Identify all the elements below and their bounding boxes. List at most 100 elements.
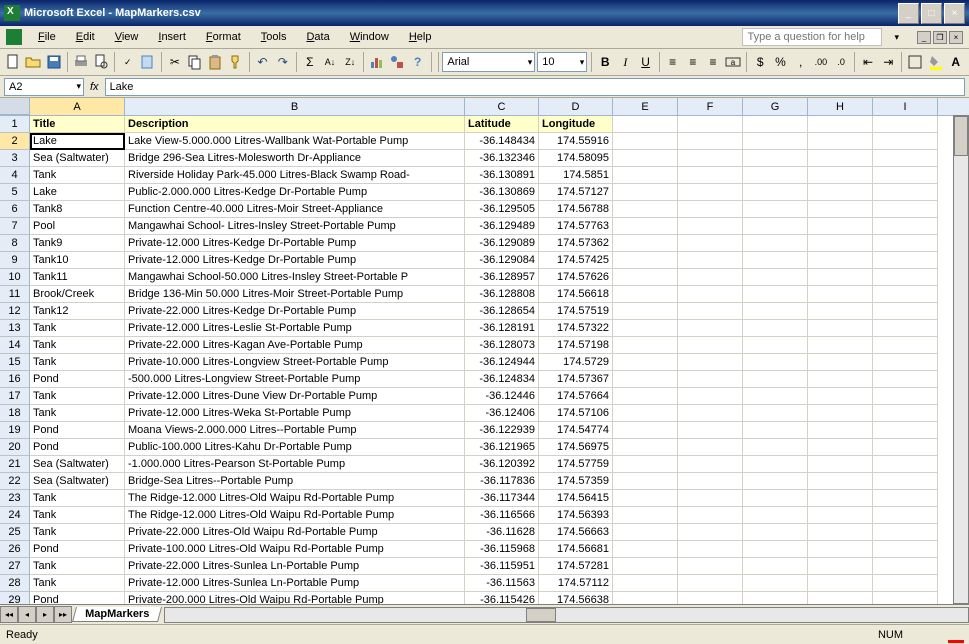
- cell-G16[interactable]: [743, 371, 808, 388]
- cell-B9[interactable]: Private-12.000 Litres-Kedge Dr-Portable …: [125, 252, 465, 269]
- menu-edit[interactable]: Edit: [72, 29, 99, 45]
- spell-check-button[interactable]: ✓: [119, 51, 137, 73]
- cell-D9[interactable]: 174.57425: [539, 252, 613, 269]
- cell-F5[interactable]: [678, 184, 743, 201]
- cell-C2[interactable]: -36.148434: [465, 133, 539, 150]
- font-size-select[interactable]: 10: [537, 52, 587, 72]
- cell-E1[interactable]: [613, 116, 678, 133]
- row-header-16[interactable]: 16: [0, 371, 30, 388]
- cell-D8[interactable]: 174.57362: [539, 235, 613, 252]
- menu-file[interactable]: File: [34, 29, 60, 45]
- cell-G27[interactable]: [743, 558, 808, 575]
- row-header-23[interactable]: 23: [0, 490, 30, 507]
- cell-G17[interactable]: [743, 388, 808, 405]
- cell-G22[interactable]: [743, 473, 808, 490]
- cell-D24[interactable]: 174.56393: [539, 507, 613, 524]
- cell-A3[interactable]: Sea (Saltwater): [30, 150, 125, 167]
- cell-I26[interactable]: [873, 541, 938, 558]
- cell-H13[interactable]: [808, 320, 873, 337]
- cell-A17[interactable]: Tank: [30, 388, 125, 405]
- cell-B12[interactable]: Private-22.000 Litres-Kedge Dr-Portable …: [125, 303, 465, 320]
- cell-A4[interactable]: Tank: [30, 167, 125, 184]
- help-search[interactable]: [742, 28, 882, 46]
- cell-C9[interactable]: -36.129084: [465, 252, 539, 269]
- cell-B6[interactable]: Function Centre-40.000 Litres-Moir Stree…: [125, 201, 465, 218]
- row-header-14[interactable]: 14: [0, 337, 30, 354]
- cell-E13[interactable]: [613, 320, 678, 337]
- cell-C13[interactable]: -36.128191: [465, 320, 539, 337]
- paste-button[interactable]: [206, 51, 224, 73]
- cell-H16[interactable]: [808, 371, 873, 388]
- cell-A2[interactable]: Lake: [30, 133, 125, 150]
- cell-B26[interactable]: Private-100.000 Litres-Old Waipu Rd-Port…: [125, 541, 465, 558]
- cell-A24[interactable]: Tank: [30, 507, 125, 524]
- cell-C10[interactable]: -36.128957: [465, 269, 539, 286]
- cell-H18[interactable]: [808, 405, 873, 422]
- row-header-6[interactable]: 6: [0, 201, 30, 218]
- cell-B2[interactable]: Lake View-5.000.000 Litres-Wallbank Wat-…: [125, 133, 465, 150]
- sheet-tab[interactable]: MapMarkers: [72, 607, 162, 622]
- decrease-decimal-button[interactable]: .0: [832, 51, 850, 73]
- cell-G20[interactable]: [743, 439, 808, 456]
- doc-restore[interactable]: ❐: [933, 31, 947, 44]
- autosum-button[interactable]: Σ: [301, 51, 319, 73]
- grid-body[interactable]: 1TitleDescriptionLatitudeLongitude2LakeL…: [0, 116, 969, 604]
- row-header-29[interactable]: 29: [0, 592, 30, 604]
- cell-H10[interactable]: [808, 269, 873, 286]
- cell-A14[interactable]: Tank: [30, 337, 125, 354]
- cell-G19[interactable]: [743, 422, 808, 439]
- col-header-G[interactable]: G: [743, 98, 808, 115]
- cell-D10[interactable]: 174.57626: [539, 269, 613, 286]
- cell-E17[interactable]: [613, 388, 678, 405]
- cell-A15[interactable]: Tank: [30, 354, 125, 371]
- row-header-15[interactable]: 15: [0, 354, 30, 371]
- cell-E10[interactable]: [613, 269, 678, 286]
- cell-D15[interactable]: 174.5729: [539, 354, 613, 371]
- format-painter-button[interactable]: [226, 51, 244, 73]
- cell-B23[interactable]: The Ridge-12.000 Litres-Old Waipu Rd-Por…: [125, 490, 465, 507]
- cell-B8[interactable]: Private-12.000 Litres-Kedge Dr-Portable …: [125, 235, 465, 252]
- cell-I9[interactable]: [873, 252, 938, 269]
- cell-B13[interactable]: Private-12.000 Litres-Leslie St-Portable…: [125, 320, 465, 337]
- cell-F1[interactable]: [678, 116, 743, 133]
- cell-I18[interactable]: [873, 405, 938, 422]
- cell-G8[interactable]: [743, 235, 808, 252]
- cell-I29[interactable]: [873, 592, 938, 604]
- cell-H3[interactable]: [808, 150, 873, 167]
- cell-A12[interactable]: Tank12: [30, 303, 125, 320]
- cell-G21[interactable]: [743, 456, 808, 473]
- cell-C17[interactable]: -36.12446: [465, 388, 539, 405]
- cell-G23[interactable]: [743, 490, 808, 507]
- cell-C16[interactable]: -36.124834: [465, 371, 539, 388]
- cell-G18[interactable]: [743, 405, 808, 422]
- cell-E25[interactable]: [613, 524, 678, 541]
- vscroll-thumb[interactable]: [954, 116, 968, 156]
- cell-B28[interactable]: Private-12.000 Litres-Sunlea Ln-Portable…: [125, 575, 465, 592]
- cell-H11[interactable]: [808, 286, 873, 303]
- cell-B21[interactable]: -1.000.000 Litres-Pearson St-Portable Pu…: [125, 456, 465, 473]
- new-button[interactable]: [4, 51, 22, 73]
- row-header-3[interactable]: 3: [0, 150, 30, 167]
- cell-I20[interactable]: [873, 439, 938, 456]
- col-header-H[interactable]: H: [808, 98, 873, 115]
- cell-H7[interactable]: [808, 218, 873, 235]
- row-header-24[interactable]: 24: [0, 507, 30, 524]
- cell-G3[interactable]: [743, 150, 808, 167]
- cell-B17[interactable]: Private-12.000 Litres-Dune View Dr-Porta…: [125, 388, 465, 405]
- increase-indent-button[interactable]: ⇥: [879, 51, 897, 73]
- cell-H4[interactable]: [808, 167, 873, 184]
- cell-F15[interactable]: [678, 354, 743, 371]
- cell-C12[interactable]: -36.128654: [465, 303, 539, 320]
- cell-A6[interactable]: Tank8: [30, 201, 125, 218]
- cell-B4[interactable]: Riverside Holiday Park-45.000 Litres-Bla…: [125, 167, 465, 184]
- cell-I15[interactable]: [873, 354, 938, 371]
- row-header-11[interactable]: 11: [0, 286, 30, 303]
- cell-F14[interactable]: [678, 337, 743, 354]
- cell-D12[interactable]: 174.57519: [539, 303, 613, 320]
- cell-H2[interactable]: [808, 133, 873, 150]
- cell-A13[interactable]: Tank: [30, 320, 125, 337]
- cell-I14[interactable]: [873, 337, 938, 354]
- cell-A27[interactable]: Tank: [30, 558, 125, 575]
- cell-F19[interactable]: [678, 422, 743, 439]
- row-header-27[interactable]: 27: [0, 558, 30, 575]
